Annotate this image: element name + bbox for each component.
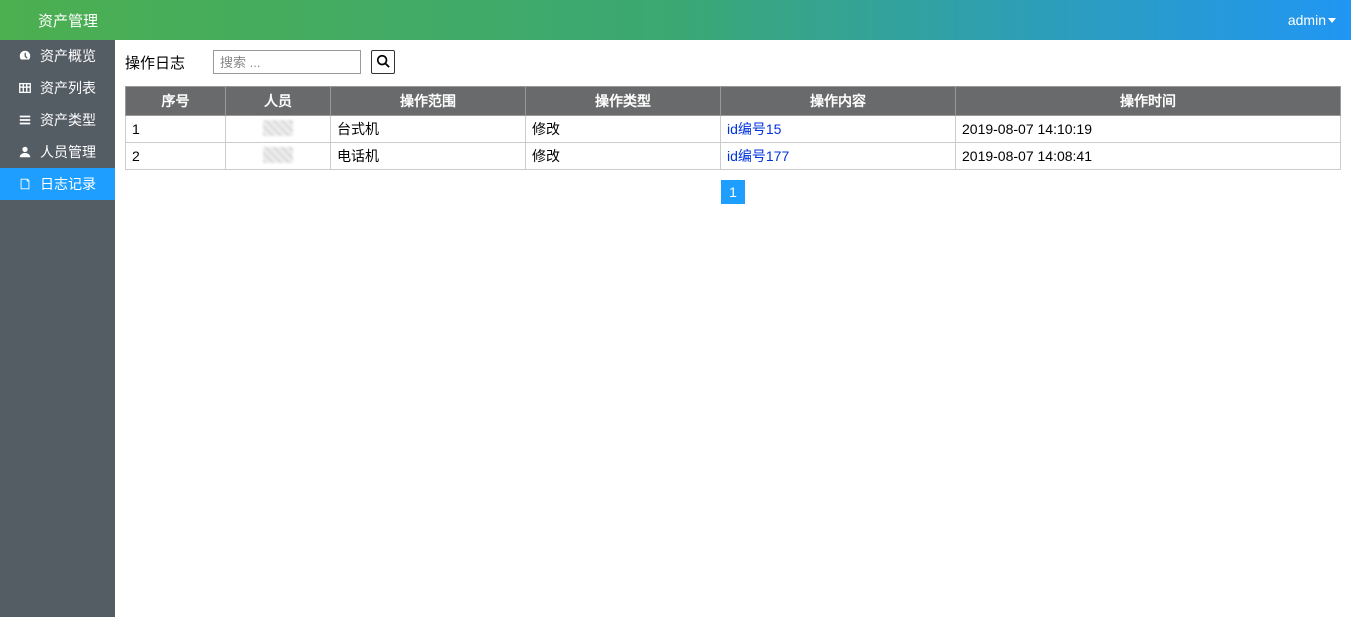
list-icon [16, 81, 34, 95]
sidebar-item-label: 人员管理 [40, 142, 96, 162]
sidebar-item-label: 资产概览 [40, 46, 96, 66]
cell-person [226, 143, 331, 170]
main-content: 操作日志 序号 人员 操作范围 [115, 40, 1351, 617]
page-title: 操作日志 [125, 52, 185, 73]
log-table: 序号 人员 操作范围 操作类型 操作内容 操作时间 1 台式机 修改 id编号1… [125, 86, 1341, 170]
username-label: admin [1288, 12, 1326, 28]
log-icon [16, 177, 34, 191]
content-link[interactable]: id编号15 [727, 121, 781, 137]
cell-time: 2019-08-07 14:08:41 [956, 143, 1341, 170]
table-row: 2 电话机 修改 id编号177 2019-08-07 14:08:41 [126, 143, 1341, 170]
col-seq: 序号 [126, 87, 226, 116]
sidebar-item-people[interactable]: 人员管理 [0, 136, 115, 168]
col-type: 操作类型 [526, 87, 721, 116]
col-content: 操作内容 [721, 87, 956, 116]
cell-content: id编号15 [721, 116, 956, 143]
sidebar-item-assets[interactable]: 资产列表 [0, 72, 115, 104]
sidebar-item-label: 资产类型 [40, 110, 96, 130]
sidebar-item-logs[interactable]: 日志记录 [0, 168, 115, 200]
app-header: 资产管理 admin [0, 0, 1351, 40]
search-icon [376, 54, 390, 71]
sidebar-item-label: 资产列表 [40, 78, 96, 98]
col-scope: 操作范围 [331, 87, 526, 116]
pagination: 1 [125, 180, 1341, 204]
table-header-row: 序号 人员 操作范围 操作类型 操作内容 操作时间 [126, 87, 1341, 116]
col-time: 操作时间 [956, 87, 1341, 116]
dashboard-icon [16, 49, 34, 63]
sidebar-item-types[interactable]: 资产类型 [0, 104, 115, 136]
content-link[interactable]: id编号177 [727, 148, 789, 164]
avatar-blur [263, 147, 293, 163]
sidebar: 资产概览 资产列表 资产类型 人员管理 日志记录 [0, 40, 115, 617]
app-title: 资产管理 [38, 10, 98, 31]
cell-time: 2019-08-07 14:10:19 [956, 116, 1341, 143]
table-row: 1 台式机 修改 id编号15 2019-08-07 14:10:19 [126, 116, 1341, 143]
person-icon [16, 145, 34, 159]
cell-scope: 电话机 [331, 143, 526, 170]
col-person: 人员 [226, 87, 331, 116]
caret-down-icon [1328, 18, 1336, 23]
search-button[interactable] [371, 50, 395, 74]
sidebar-item-label: 日志记录 [40, 174, 96, 194]
user-menu[interactable]: admin [1288, 12, 1336, 28]
cell-content: id编号177 [721, 143, 956, 170]
cell-type: 修改 [526, 143, 721, 170]
toolbar: 操作日志 [125, 50, 1341, 74]
search-input[interactable] [213, 50, 361, 74]
avatar-blur [263, 120, 293, 136]
page-button-1[interactable]: 1 [721, 180, 745, 204]
cell-scope: 台式机 [331, 116, 526, 143]
cell-person [226, 116, 331, 143]
sidebar-item-overview[interactable]: 资产概览 [0, 40, 115, 72]
cell-seq: 1 [126, 116, 226, 143]
category-icon [16, 113, 34, 127]
cell-seq: 2 [126, 143, 226, 170]
cell-type: 修改 [526, 116, 721, 143]
